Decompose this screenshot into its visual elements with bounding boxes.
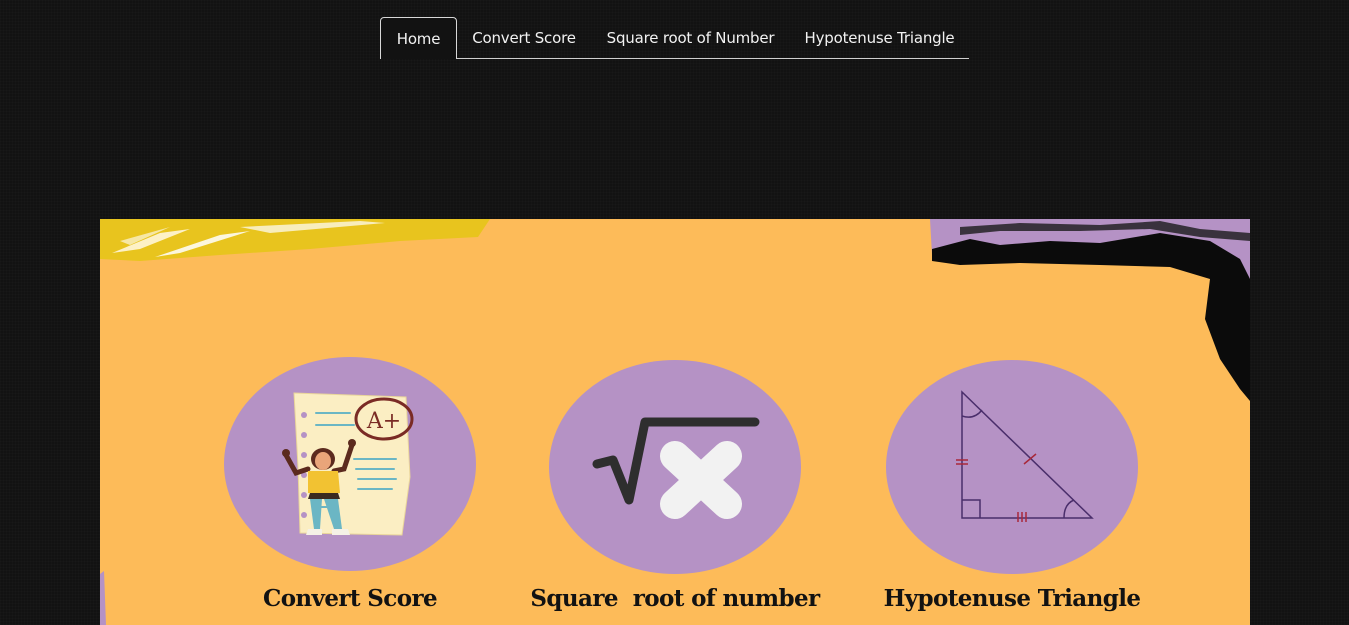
- grade-text: A+: [366, 409, 401, 434]
- card-title: Convert Score: [262, 585, 438, 612]
- nav-tab-square-root[interactable]: Square root of Number: [591, 17, 790, 58]
- graded-paper-student-icon: A+: [282, 392, 414, 536]
- card-icon-circle: [886, 360, 1138, 574]
- card-title: Square root of number: [530, 585, 820, 612]
- card-square-root[interactable]: Square root of number: [525, 219, 825, 625]
- feature-banner: A+ Convert Score Square root of number H…: [100, 219, 1250, 625]
- nav-tab-convert-score[interactable]: Convert Score: [457, 17, 591, 58]
- card-icon-circle: [549, 360, 801, 574]
- square-root-x-icon: [592, 417, 760, 519]
- card-title: Hypotenuse Triangle: [883, 585, 1141, 612]
- card-hypotenuse-triangle[interactable]: Hypotenuse Triangle: [862, 219, 1162, 625]
- page: Home Convert Score Square root of Number…: [0, 0, 1349, 625]
- top-nav: Home Convert Score Square root of Number…: [380, 17, 969, 59]
- card-icon-circle: A+: [224, 357, 476, 571]
- right-triangle-icon: [956, 390, 1094, 522]
- nav-tab-hypotenuse-triangle[interactable]: Hypotenuse Triangle: [790, 17, 969, 58]
- card-convert-score[interactable]: A+ Convert Score: [200, 219, 500, 625]
- nav-tab-home[interactable]: Home: [380, 17, 457, 59]
